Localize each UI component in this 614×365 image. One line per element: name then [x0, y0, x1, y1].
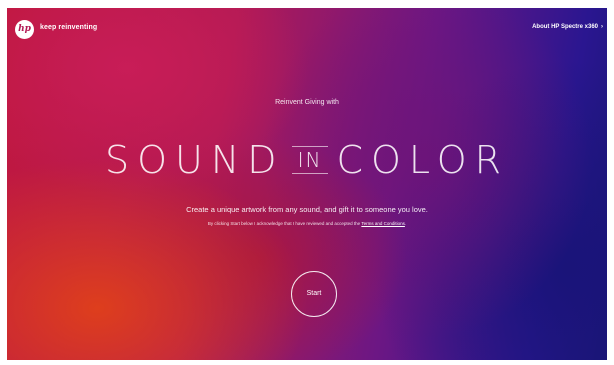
brand-tagline: keep reinventing	[40, 24, 98, 31]
title-word-in: IN	[291, 146, 329, 174]
hero-background: hp keep reinventing About HP Spectre x36…	[7, 8, 607, 360]
terms-notice: By clicking Start below I acknowledge th…	[7, 221, 607, 226]
start-button[interactable]: Start	[291, 271, 337, 317]
terms-and-conditions-link[interactable]: Terms and Conditions	[361, 221, 405, 226]
about-link-label: About HP Spectre x360	[532, 24, 598, 30]
chevron-right-icon: ›	[601, 24, 603, 30]
page-title: SOUND IN COLOR	[7, 138, 607, 182]
title-word-color: COLOR	[336, 138, 510, 182]
title-word-sound: SOUND	[104, 138, 285, 182]
intro-text: Reinvent Giving with	[275, 99, 339, 106]
about-product-link[interactable]: About HP Spectre x360 ›	[532, 24, 603, 30]
hp-logo-icon[interactable]: hp	[15, 20, 34, 39]
terms-prefix: By clicking Start below I acknowledge th…	[207, 221, 361, 226]
subtitle-text: Create a unique artwork from any sound, …	[186, 205, 428, 214]
terms-suffix: .	[404, 221, 407, 226]
